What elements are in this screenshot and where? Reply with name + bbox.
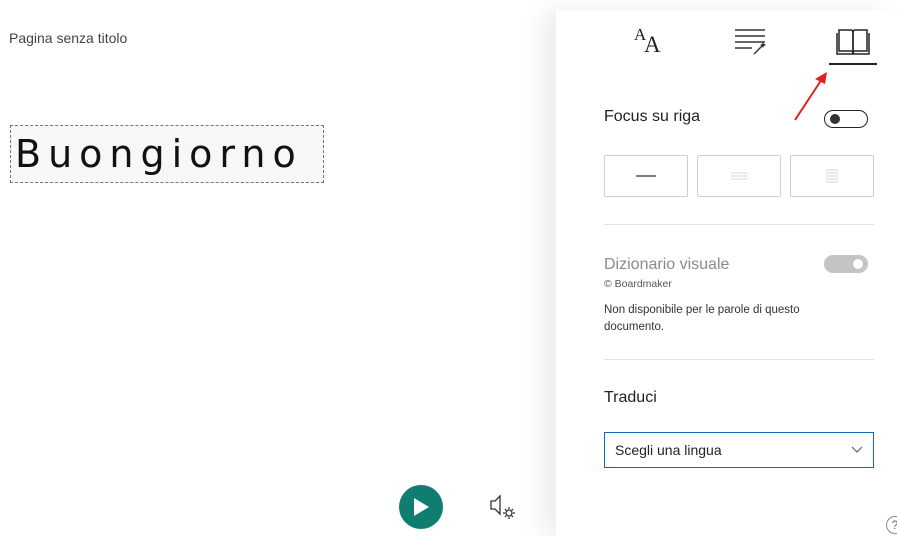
immersive-reader-panel: A A Focus su riga Dizionario visuale © B… (556, 10, 897, 536)
picture-dictionary-note: Non disponibile per le parole di questo … (604, 304, 800, 333)
tab-reading-preferences[interactable] (829, 24, 877, 66)
help-button[interactable]: ? (886, 516, 897, 534)
line-focus-one-line-button[interactable] (604, 155, 688, 197)
line-focus-label: Focus su riga (604, 108, 701, 125)
section-divider (604, 359, 874, 360)
picture-dictionary-label: Dizionario visuale (604, 256, 730, 273)
active-tab-indicator (829, 63, 877, 65)
one-line-icon (636, 175, 656, 177)
picture-dictionary-toggle[interactable] (824, 255, 868, 273)
play-button[interactable] (399, 485, 443, 529)
line-focus-toggle[interactable] (824, 110, 868, 128)
toggle-knob (853, 259, 863, 269)
help-icon: ? (892, 518, 897, 532)
play-icon (414, 498, 429, 516)
tab-text-preferences[interactable]: A A (624, 24, 672, 66)
line-focus-three-lines-button[interactable] (697, 155, 781, 197)
grammar-options-icon (735, 29, 766, 55)
boardmaker-credit: © Boardmaker (604, 278, 672, 290)
book-icon (836, 29, 870, 55)
three-lines-icon (731, 172, 747, 180)
tab-grammar-options[interactable] (726, 24, 774, 66)
language-select[interactable]: Scegli una lingua (604, 432, 874, 468)
five-lines-icon (826, 169, 838, 183)
chevron-down-icon (851, 446, 863, 453)
line-focus-five-lines-button[interactable] (790, 155, 874, 197)
text-size-icon: A A (634, 25, 661, 57)
voice-settings-button[interactable] (488, 492, 518, 522)
language-select-value: Scegli una lingua (615, 442, 722, 458)
voice-settings-icon (490, 494, 515, 519)
document-title: Pagina senza titolo (9, 30, 128, 46)
svg-text:A: A (644, 32, 661, 57)
section-divider (604, 224, 874, 225)
word-selection[interactable]: Buongiorno (10, 125, 324, 183)
toggle-knob (830, 113, 840, 124)
selected-word: Buongiorno (15, 132, 303, 176)
translate-label: Traduci (604, 389, 657, 406)
